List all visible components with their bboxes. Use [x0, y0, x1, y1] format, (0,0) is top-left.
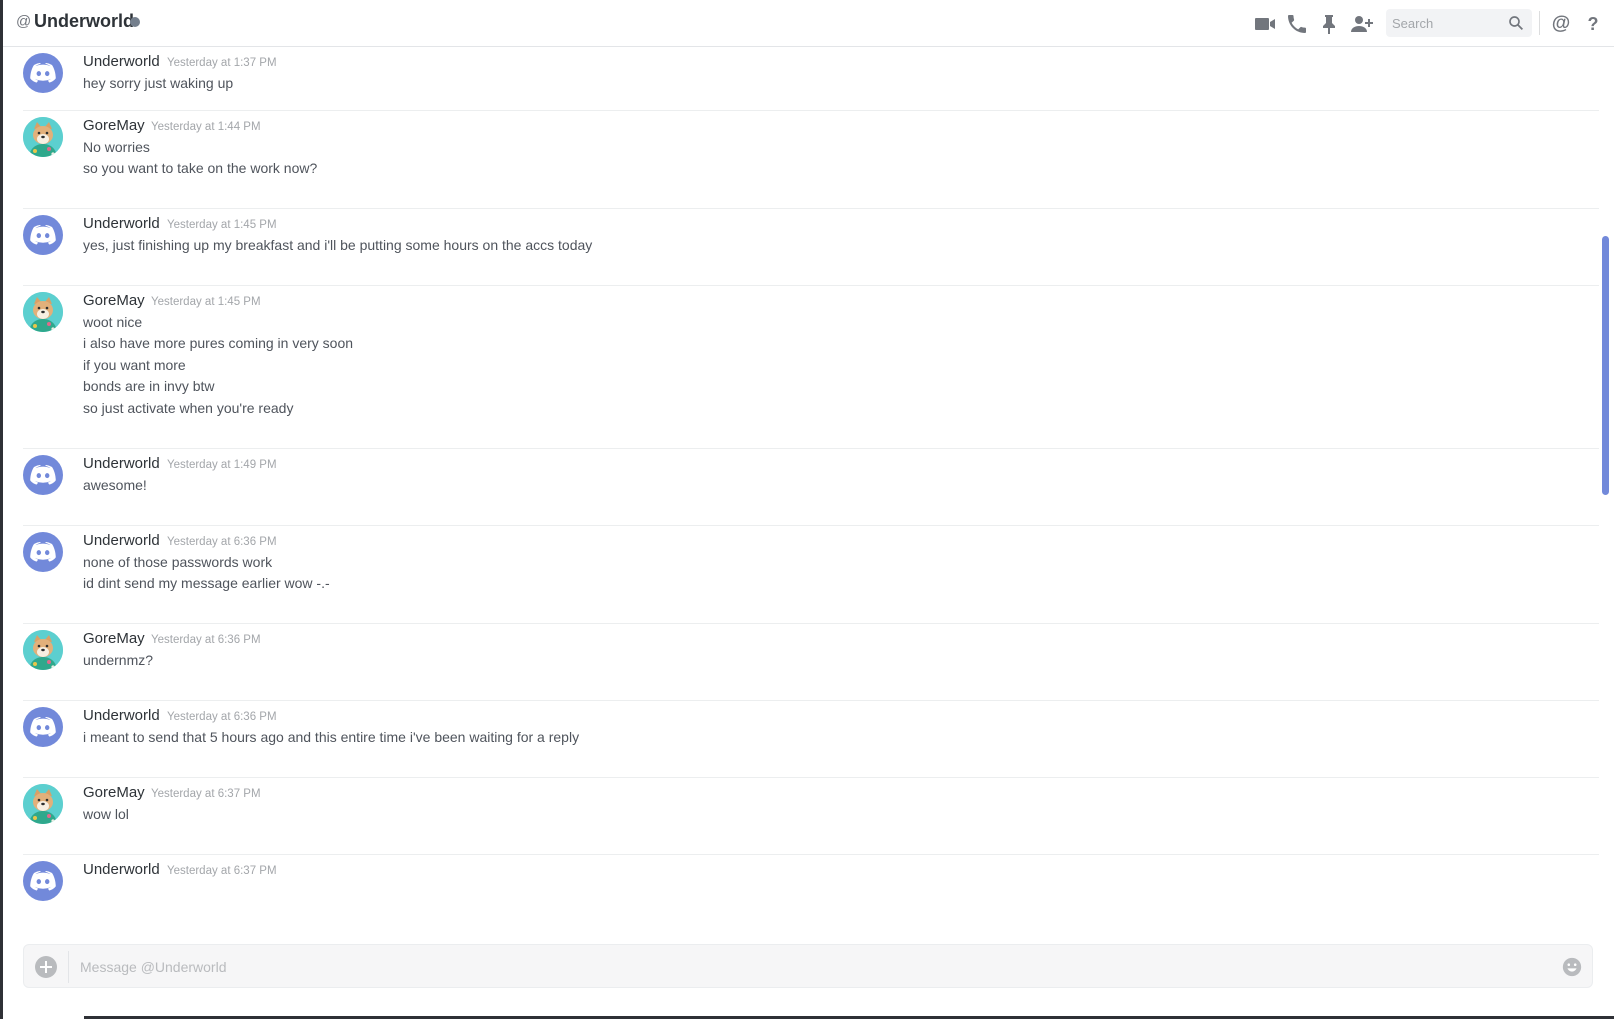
message-author[interactable]: Underworld [83, 707, 160, 724]
status-indicator [130, 17, 140, 27]
message-text: i also have more pures coming in very so… [83, 335, 354, 352]
user-avatar[interactable] [23, 784, 63, 824]
message-timestamp: Yesterday at 6:36 PM [167, 711, 277, 723]
message-author[interactable]: GoreMay [83, 117, 145, 134]
default-discord-avatar[interactable] [23, 455, 63, 495]
message-group: Underworld Yesterday at 1:49 PM awesome! [23, 450, 1599, 526]
video-call-icon[interactable] [1253, 12, 1277, 36]
message-timestamp: Yesterday at 1:45 PM [167, 219, 277, 231]
message-group: GoreMay Yesterday at 1:44 PM No worries so … [23, 112, 1599, 209]
default-discord-avatar[interactable] [23, 532, 63, 572]
search-icon[interactable] [1507, 14, 1525, 32]
message-text: undernmz? [83, 652, 154, 668]
user-avatar[interactable] [23, 630, 63, 670]
message-timestamp: Yesterday at 1:37 PM [167, 57, 277, 69]
mentions-icon[interactable]: @ [1549, 12, 1573, 36]
message-group: GoreMay Yesterday at 6:36 PM undernmz? [23, 625, 1599, 701]
message-author[interactable]: GoreMay [83, 784, 145, 801]
message-text: bonds are in invy btw [83, 378, 215, 395]
message-list: Underworld Yesterday at 1:37 PM hey sorry … [3, 48, 1600, 924]
user-avatar[interactable] [23, 292, 63, 332]
message-text: woot nice [83, 314, 143, 330]
message-text: i meant to send that 5 hours ago and thi… [83, 729, 580, 745]
message-text: No worries [83, 139, 150, 155]
message-author[interactable]: Underworld [83, 532, 160, 549]
message-text: awesome! [83, 477, 147, 493]
default-discord-avatar[interactable] [23, 53, 63, 93]
scrollbar-thumb[interactable] [1602, 236, 1609, 495]
message-group: GoreMay Yesterday at 6:37 PM wow lol [23, 779, 1599, 855]
message-group: Underworld Yesterday at 1:45 PM yes, just … [23, 210, 1599, 286]
header-divider [1539, 11, 1540, 35]
message-group: Underworld Yesterday at 6:36 PM none of th… [23, 527, 1599, 624]
message-author[interactable]: Underworld [83, 215, 160, 232]
message-timestamp: Yesterday at 6:37 PM [167, 865, 277, 877]
at-icon: @ [16, 13, 32, 30]
message-input[interactable] [80, 956, 1480, 978]
help-icon[interactable]: ? [1581, 12, 1605, 36]
message-author[interactable]: GoreMay [83, 292, 145, 309]
channel-title: Underworld [34, 11, 135, 31]
message-text: hey sorry just waking up [83, 75, 234, 91]
channel-header: @ Underworld @ ? [3, 0, 1614, 47]
message-timestamp: Yesterday at 1:45 PM [151, 296, 261, 308]
message-author[interactable]: GoreMay [83, 630, 145, 647]
default-discord-avatar[interactable] [23, 707, 63, 747]
message-text: yes, just finishing up my breakfast and … [83, 237, 593, 253]
message-text: so you want to take on the work now? [83, 160, 318, 177]
message-text: wow lol [83, 806, 129, 822]
search-input[interactable] [1392, 13, 1502, 33]
message-text: none of those passwords work [83, 554, 273, 570]
emoji-icon[interactable] [1561, 956, 1583, 978]
search-box[interactable] [1386, 9, 1532, 37]
default-discord-avatar[interactable] [23, 861, 63, 901]
default-discord-avatar[interactable] [23, 215, 63, 255]
message-group: Underworld Yesterday at 1:37 PM hey sorry … [23, 48, 1599, 111]
add-friend-icon[interactable] [1349, 12, 1373, 36]
message-author[interactable]: Underworld [83, 861, 160, 878]
pin-icon[interactable] [1317, 12, 1341, 36]
upload-plus-icon[interactable] [35, 956, 57, 978]
message-timestamp: Yesterday at 6:37 PM [151, 788, 261, 800]
message-author[interactable]: Underworld [83, 455, 160, 472]
message-timestamp: Yesterday at 1:49 PM [167, 459, 277, 471]
voice-call-icon[interactable] [1285, 12, 1309, 36]
user-avatar[interactable] [23, 117, 63, 157]
message-timestamp: Yesterday at 6:36 PM [151, 634, 261, 646]
composer-divider [68, 951, 69, 983]
message-text: if you want more [83, 356, 186, 373]
message-composer [23, 944, 1593, 988]
message-group: GoreMay Yesterday at 1:45 PM woot nice i al… [23, 287, 1599, 449]
message-group: Underworld Yesterday at 6:37 PM [23, 856, 1599, 924]
message-timestamp: Yesterday at 6:36 PM [167, 536, 277, 548]
message-timestamp: Yesterday at 1:44 PM [151, 121, 261, 133]
message-group: Underworld Yesterday at 6:36 PM i meant to… [23, 702, 1599, 778]
message-text: id dint send my message earlier wow -.- [83, 575, 330, 592]
message-text: so just activate when you're ready [83, 399, 294, 416]
message-author[interactable]: Underworld [83, 53, 160, 70]
